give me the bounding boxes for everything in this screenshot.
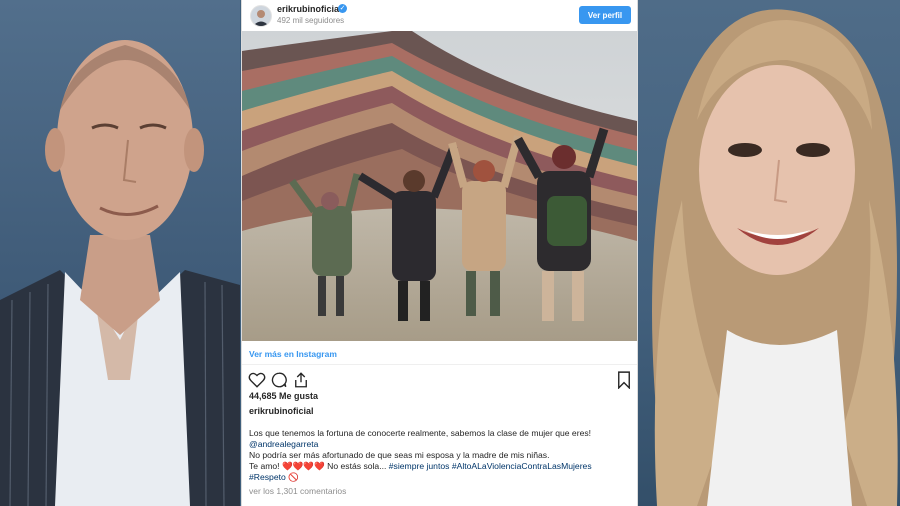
view-more-link[interactable]: Ver más en Instagram [249, 349, 337, 359]
avatar-image [251, 6, 271, 26]
post-photo[interactable] [242, 31, 637, 341]
post-caption: Los que tenemos la fortuna de conocerte … [249, 428, 631, 483]
mention-link[interactable]: @andrealegarreta [249, 439, 631, 450]
caption-line-5: #Respeto 🚫 [249, 472, 631, 483]
instagram-post-card: erikrubinoficial ✓ 492 mil seguidores Ve… [241, 0, 638, 506]
avatar[interactable] [250, 5, 272, 27]
bookmark-icon[interactable] [617, 371, 631, 389]
verified-badge-icon: ✓ [338, 4, 347, 13]
man-portrait-illustration [0, 40, 240, 506]
left-side-photo [0, 0, 240, 506]
caption-author[interactable]: erikrubinoficial [249, 406, 314, 416]
heart-icon[interactable] [248, 371, 266, 389]
woman-portrait-illustration [652, 9, 898, 506]
rainbow-mountain-photo [242, 31, 637, 341]
caption-line-3: No podría ser más afortunado de que seas… [249, 450, 550, 460]
comment-icon[interactable] [270, 371, 288, 389]
username-link[interactable]: erikrubinoficial [277, 4, 342, 14]
caption-line-4: Te amo! ❤️❤️❤️❤️ No estás sola... #siemp… [249, 461, 631, 472]
hashtag-respeto[interactable]: #Respeto [249, 472, 286, 482]
caption-line-1: Los que tenemos la fortuna de conocerte … [249, 428, 592, 438]
caption-line-4-text: Te amo! ❤️❤️❤️❤️ No estás sola... [249, 461, 389, 471]
divider [242, 364, 637, 365]
right-side-photo [637, 0, 900, 506]
followers-count: 492 mil seguidores [277, 16, 345, 25]
view-comments-link[interactable]: ver los 1,301 comentarios [249, 486, 346, 496]
view-profile-button[interactable]: Ver perfil [579, 6, 631, 24]
hashtags-link[interactable]: #siempre juntos #AltoALaViolenciaContraL… [389, 461, 592, 471]
likes-count[interactable]: 44,685 Me gusta [249, 391, 318, 401]
share-icon[interactable] [292, 371, 310, 389]
post-header: erikrubinoficial ✓ 492 mil seguidores Ve… [242, 0, 637, 31]
prohibited-emoji: 🚫 [288, 472, 299, 482]
